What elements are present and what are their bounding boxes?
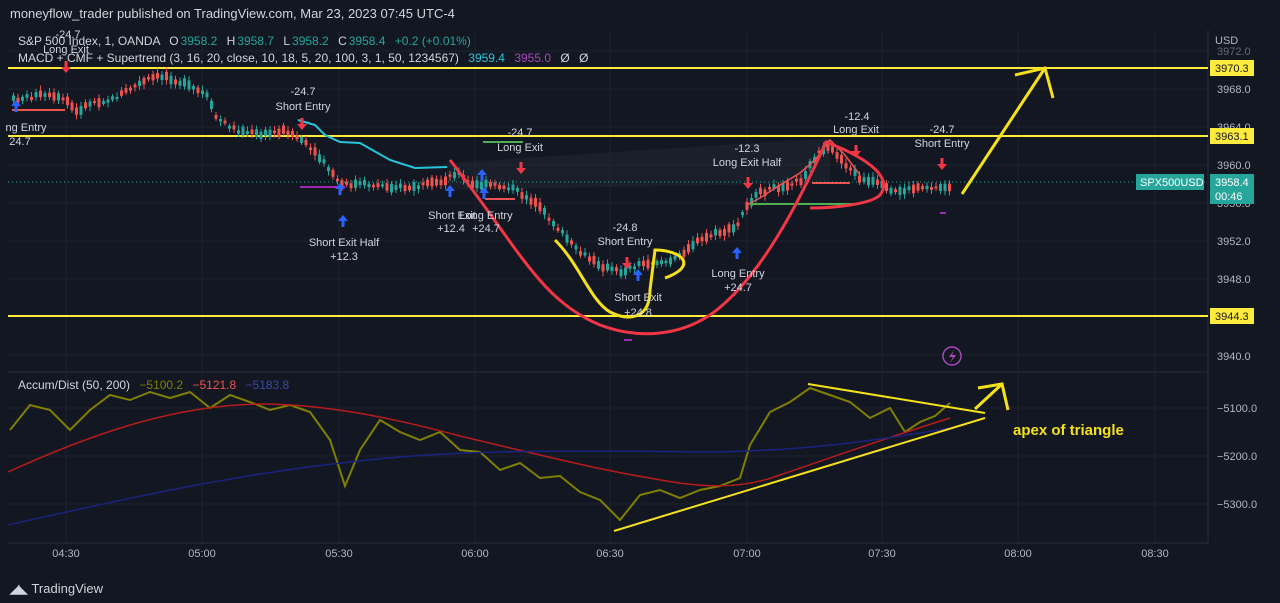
ohlc-label: L — [283, 34, 291, 48]
indicator-value: 3959.4 — [468, 51, 505, 65]
hline-label-3970: 3970.3 — [1210, 60, 1254, 76]
svg-text:3963.1: 3963.1 — [1215, 131, 1249, 143]
current-price-label: 3958.4 00:46 — [1210, 174, 1254, 204]
svg-text:3958.4: 3958.4 — [1215, 177, 1249, 189]
high-value: 3958.7 — [237, 34, 274, 48]
accum-legend[interactable]: Accum/Dist (50, 200) −5100.2 −5121.8 −51… — [18, 378, 289, 392]
signal-label: Long Entry — [711, 268, 765, 280]
time-tick: 07:00 — [733, 548, 761, 560]
signal-label: Long Exit Half — [713, 157, 782, 169]
publish-header: moneyflow_trader published on TradingVie… — [0, 0, 1280, 30]
close-value: 3958.4 — [348, 34, 386, 48]
signal-label: Short Exit — [614, 292, 662, 304]
apex-annotation[interactable]: apex of triangle — [1013, 422, 1124, 439]
time-tick: 08:00 — [1004, 548, 1032, 560]
triangle-lower-line[interactable] — [613, 417, 986, 532]
indicator-value: Ø — [579, 51, 589, 65]
symbol-tag: SPX500USD — [1136, 174, 1204, 190]
accum-ma-red — [7, 403, 951, 487]
accum-value: −5183.8 — [245, 378, 290, 392]
signal-label: +24.7 — [724, 282, 752, 294]
svg-text:3944.3: 3944.3 — [1215, 311, 1249, 323]
tradingview-logo[interactable]: ◢◣ TradingView — [10, 581, 103, 596]
signal-label: -12.4 — [844, 111, 869, 123]
signal-label: 24.7 — [9, 136, 30, 148]
signal-label: Long Entry — [459, 210, 513, 222]
hline-label-3944: 3944.3 — [1210, 308, 1254, 324]
signal-label: -12.3 — [734, 143, 759, 155]
signal-label: +24.8 — [624, 307, 652, 319]
symbol-name: S&P 500 Index, 1, OANDA — [18, 34, 160, 48]
accum-ma-blue — [7, 427, 951, 526]
signal-label: -24.7 — [507, 127, 532, 139]
signal-label: +12.3 — [330, 251, 358, 263]
time-tick: 07:30 — [868, 548, 896, 560]
price-tick: 3940.0 — [1217, 351, 1251, 363]
chart-area[interactable]: -24.7 Long Exit ng Entry 24.7 -24.7 Shor… — [0, 29, 1280, 575]
ohlc-label: C — [338, 34, 347, 48]
time-tick: 06:00 — [461, 548, 489, 560]
hline-label-3963: 3963.1 — [1210, 128, 1254, 144]
accum-value: −5100.2 — [139, 378, 184, 392]
apex-arrow-head — [977, 382, 1010, 411]
price-tick: 3972.0 — [1217, 46, 1251, 58]
time-tick: 06:30 — [596, 548, 624, 560]
accum-tick: −5100.0 — [1217, 403, 1257, 415]
signal-label: Short Exit Half — [309, 237, 380, 249]
indicator-legend[interactable]: MACD + CMF + Supertrend (3, 16, 20, clos… — [18, 51, 588, 65]
open-value: 3958.2 — [180, 34, 218, 48]
signal-label: Long Exit — [833, 124, 879, 136]
change-value: +0.2 (+0.01%) — [394, 34, 471, 48]
signal-label: Short Entry — [597, 236, 653, 248]
signal-label: Short Entry — [914, 138, 970, 150]
ohlc-label: H — [226, 34, 236, 48]
brand-name: TradingView — [31, 581, 104, 596]
indicator-name: MACD + CMF + Supertrend (3, 16, 20, clos… — [18, 51, 459, 65]
price-tick: 3968.0 — [1217, 84, 1251, 96]
accum-tick: −5200.0 — [1217, 451, 1257, 463]
signal-label: Short Entry — [275, 101, 331, 113]
svg-text:3970.3: 3970.3 — [1215, 63, 1249, 75]
chart-canvas[interactable]: -24.7 Long Exit ng Entry 24.7 -24.7 Shor… — [0, 29, 1280, 575]
time-tick: 04:30 — [52, 548, 80, 560]
tradingview-icon: ◢◣ — [10, 581, 27, 596]
time-tick: 08:30 — [1141, 548, 1169, 560]
svg-text:SPX500USD: SPX500USD — [1140, 177, 1204, 189]
ohlc-label: O — [169, 34, 179, 48]
signal-label: -24.7 — [290, 86, 315, 98]
price-tick: 3960.0 — [1217, 160, 1251, 172]
indicator-value: 3955.0 — [514, 51, 552, 65]
time-tick: 05:30 — [325, 548, 353, 560]
time-tick: 05:00 — [188, 548, 216, 560]
indicator-value: Ø — [560, 51, 570, 65]
low-value: 3958.2 — [292, 34, 329, 48]
publish-info: moneyflow_trader published on TradingVie… — [10, 6, 455, 21]
price-tick: 3952.0 — [1217, 236, 1251, 248]
signal-label: -24.8 — [612, 222, 637, 234]
signal-label: -24.7 — [929, 124, 954, 136]
footer: ◢◣ TradingView — [0, 575, 1280, 603]
accum-tick: −5300.0 — [1217, 499, 1257, 511]
accum-value: −5121.8 — [192, 378, 237, 392]
svg-text:00:46: 00:46 — [1215, 191, 1243, 203]
signal-label: ng Entry — [6, 122, 47, 134]
signal-label: +12.4 — [437, 223, 465, 235]
accum-name: Accum/Dist (50, 200) — [18, 378, 131, 392]
symbol-legend[interactable]: S&P 500 Index, 1, OANDA O 3958.2 H 3958.7 … — [18, 34, 471, 48]
price-tick: 3948.0 — [1217, 274, 1251, 286]
signal-label: Long Exit — [497, 142, 543, 154]
time-axis[interactable]: 04:30 05:00 05:30 06:00 06:30 07:00 07:3… — [52, 548, 1169, 560]
triangle-upper-line[interactable] — [807, 383, 986, 414]
accum-axis[interactable]: −5100.0 −5200.0 −5300.0 — [1217, 403, 1257, 511]
signal-label: +24.7 — [472, 223, 500, 235]
